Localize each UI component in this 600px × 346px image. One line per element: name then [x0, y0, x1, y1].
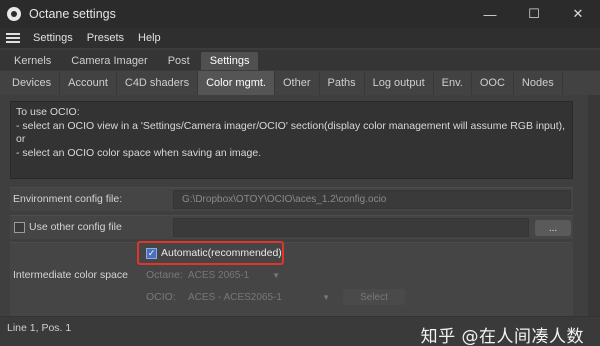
cursor-position: Line 1, Pos. 1 [7, 322, 72, 334]
browse-config-button[interactable]: ... [535, 220, 571, 236]
chevron-down-icon: ▼ [322, 292, 330, 302]
window-title: Octane settings [29, 7, 116, 21]
maximize-button[interactable]: ☐ [512, 0, 556, 28]
menu-presets[interactable]: Presets [80, 32, 131, 44]
tab-paths[interactable]: Paths [320, 71, 365, 95]
environment-config-label: Environment config file: [13, 193, 123, 205]
main-tab-bar: Kernels Camera Imager Post Settings [0, 50, 600, 70]
environment-config-path: G:\Dropbox\OTOY\OCIO\aces_1.2\config.oci… [182, 194, 387, 205]
tab-post[interactable]: Post [159, 52, 199, 70]
use-other-config-checkbox[interactable] [14, 222, 25, 233]
settings-sub-tab-bar: Devices Account C4D shaders Color mgmt. … [0, 71, 600, 95]
panel-scrollbar[interactable] [588, 95, 600, 316]
tab-devices[interactable]: Devices [4, 71, 61, 95]
tab-ooc[interactable]: OOC [472, 71, 514, 95]
tab-account[interactable]: Account [60, 71, 117, 95]
automatic-highlight-box [137, 241, 284, 265]
tab-log-output[interactable]: Log output [365, 71, 434, 95]
octane-label: Octane: [146, 269, 183, 281]
tab-camera-imager[interactable]: Camera Imager [62, 52, 156, 70]
hamburger-menu-icon[interactable] [6, 33, 20, 43]
window-controls: — ☐ ✕ [468, 0, 600, 28]
info-line: To use OCIO: [16, 106, 80, 118]
status-bar: Line 1, Pos. 1 知乎 @在人间凑人数 [0, 316, 600, 346]
tab-color-mgmt[interactable]: Color mgmt. [198, 71, 275, 95]
octane-color-space-value: ACES 2065-1 [188, 269, 250, 281]
ocio-select-button[interactable]: Select [343, 289, 405, 305]
ocio-label: OCIO: [146, 291, 176, 303]
intermediate-color-space-section: Intermediate color space ✓ Automatic(rec… [10, 242, 573, 316]
close-button[interactable]: ✕ [556, 0, 600, 28]
menu-bar: Settings Presets Help [0, 28, 600, 48]
tab-settings[interactable]: Settings [200, 52, 259, 70]
minimize-button[interactable]: — [468, 0, 512, 28]
zhihu-watermark: 知乎 @在人间凑人数 [420, 327, 584, 346]
environment-config-row: Environment config file: G:\Dropbox\OTOY… [10, 187, 573, 211]
other-config-row: Use other config file ... [10, 215, 573, 239]
octane-color-space-dropdown[interactable]: ACES 2065-1 ▼ [184, 267, 284, 283]
tab-c4d-shaders[interactable]: C4D shaders [117, 71, 199, 95]
use-other-config-label: Use other config file [29, 221, 122, 233]
menu-settings[interactable]: Settings [26, 32, 80, 44]
title-bar: Octane settings — ☐ ✕ [0, 0, 600, 28]
color-management-panel: To use OCIO: - select an OCIO view in a … [0, 95, 600, 316]
tab-kernels[interactable]: Kernels [5, 52, 60, 70]
tab-nodes[interactable]: Nodes [514, 71, 563, 95]
info-line: - select an OCIO view in a 'Settings/Cam… [16, 119, 566, 146]
cinema4d-app-icon [7, 7, 21, 21]
ocio-color-space-dropdown[interactable]: ACES - ACES2065-1 ▼ [184, 289, 334, 305]
other-config-path-field[interactable] [173, 218, 529, 237]
ocio-color-space-value: ACES - ACES2065-1 [188, 291, 282, 303]
tab-other[interactable]: Other [275, 71, 320, 95]
intermediate-color-space-label: Intermediate color space [13, 269, 128, 281]
tab-env[interactable]: Env. [434, 71, 472, 95]
menu-help[interactable]: Help [131, 32, 168, 44]
chevron-down-icon: ▼ [272, 270, 280, 280]
info-line: - select an OCIO color space when saving… [16, 146, 262, 159]
ocio-info-text: To use OCIO: - select an OCIO view in a … [10, 101, 573, 179]
